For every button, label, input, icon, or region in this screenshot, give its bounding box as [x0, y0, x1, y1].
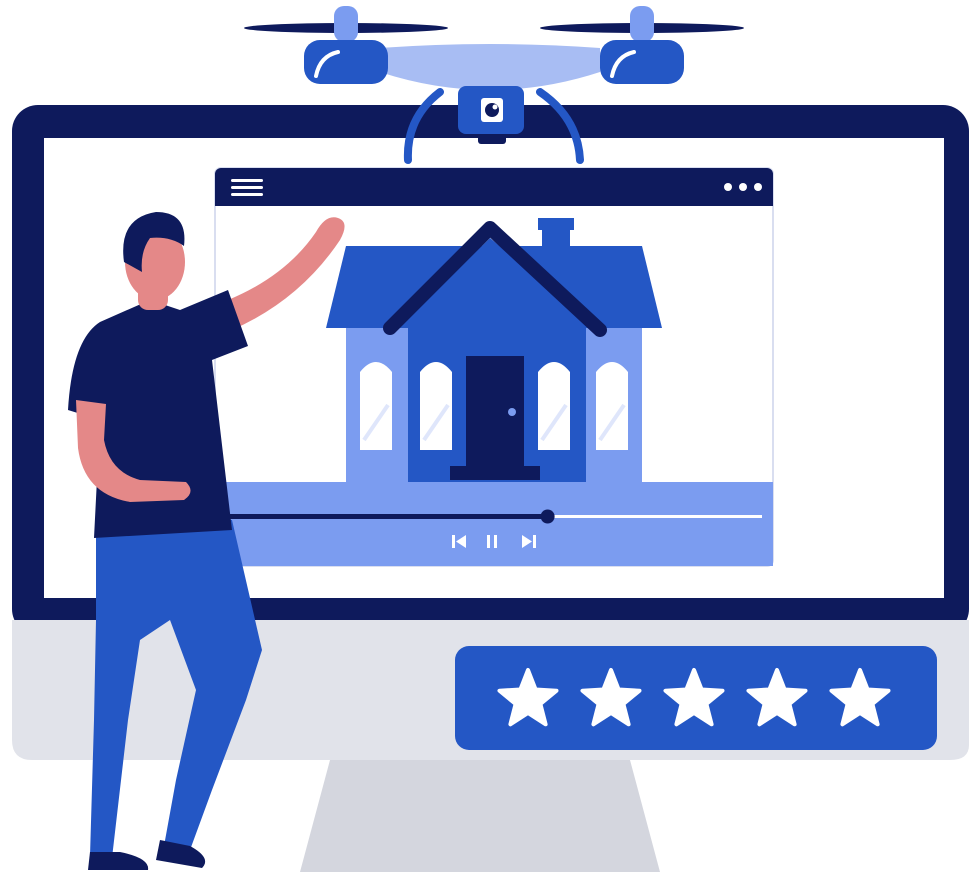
rating-badge [455, 646, 937, 750]
more-dots-icon[interactable] [724, 183, 762, 191]
shoe-left [88, 852, 149, 870]
video-player-window [214, 167, 774, 567]
house [326, 218, 662, 482]
monitor-stand [300, 760, 660, 872]
video-ground [215, 482, 773, 566]
progress-fill [226, 514, 548, 519]
illustration-canvas [0, 0, 969, 872]
shoe-right [156, 840, 206, 868]
drone-body [380, 44, 600, 90]
hamburger-menu-icon[interactable] [231, 179, 263, 196]
progress-handle[interactable] [540, 509, 555, 524]
camera-lens-icon [485, 103, 499, 117]
drone-video-illustration [12, 6, 969, 872]
